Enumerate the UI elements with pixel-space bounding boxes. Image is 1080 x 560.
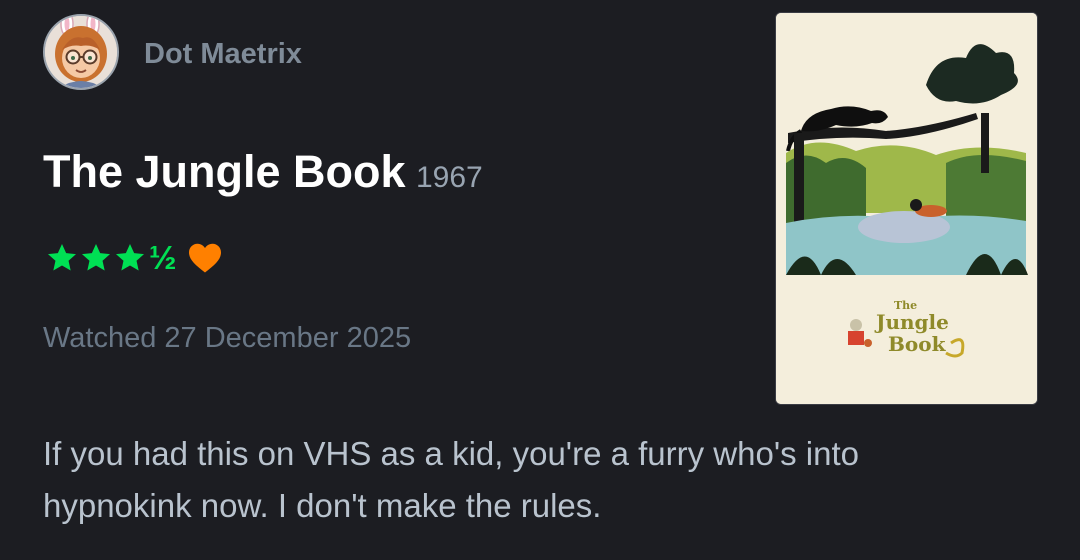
star-icon [82,244,110,271]
film-heading: The Jungle Book 1967 [43,144,483,211]
star-icon [116,244,144,271]
review-text: If you had this on VHS as a kid, you're … [43,428,1043,532]
heart-icon [188,243,221,273]
film-title[interactable]: The Jungle Book [43,146,406,197]
film-year[interactable]: 1967 [416,161,483,194]
svg-text:Book: Book [888,332,947,356]
film-poster[interactable]: The Jungle Book [775,12,1038,405]
avatar-illustration [45,16,117,88]
user-avatar[interactable] [43,14,119,90]
half-star-glyph: ½ [149,239,177,276]
watched-date: Watched 27 December 2025 [43,322,412,354]
svg-text:Jungle: Jungle [874,310,949,334]
poster-artwork: The Jungle Book [776,13,1037,404]
review-line: If you had this on VHS as a kid, you're … [43,435,860,472]
username[interactable]: Dot Maetrix [144,36,302,72]
review-line: hypnokink now. I don't make the rules. [43,487,602,524]
rating-row: ½ [45,238,223,278]
star-icon [48,244,76,271]
